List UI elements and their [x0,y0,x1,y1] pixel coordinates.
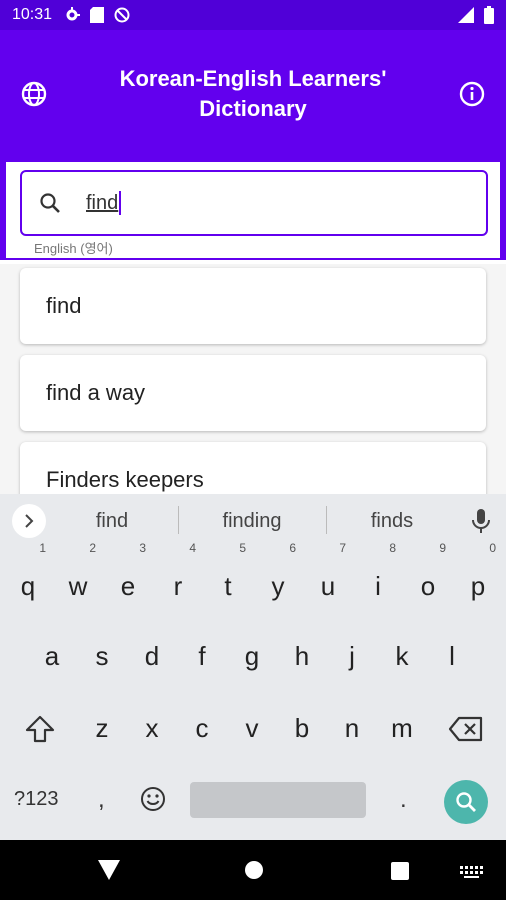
key-l[interactable]: l [430,626,474,686]
key-label: q [20,571,36,601]
home-icon[interactable] [244,860,264,880]
results-list: find find a way Finders keepers [0,264,506,494]
list-item[interactable]: Finders keepers [20,442,486,494]
microphone-icon[interactable] [470,508,492,534]
sd-card-icon [90,7,105,23]
suggestion-2[interactable]: finding [192,510,312,533]
text-cursor [119,191,122,215]
key-hint: 9 [439,541,446,555]
key-z[interactable]: z [80,698,124,758]
space-bar[interactable] [190,782,366,818]
divider [326,506,327,534]
key-label: e [120,571,136,601]
key-j[interactable]: j [330,626,374,686]
list-item-label: find a way [46,380,146,405]
key-x[interactable]: x [130,698,174,758]
key-hint: 1 [39,541,46,555]
search-value[interactable]: find [86,192,118,215]
search-input[interactable]: find [20,170,488,236]
key-h[interactable]: h [280,626,324,686]
key-q[interactable]: 1q [6,542,50,616]
key-label: i [375,571,381,601]
key-t[interactable]: 5t [206,542,250,616]
suggestion-1[interactable]: find [52,510,172,533]
period-key[interactable]: . [400,786,407,814]
key-hint: 2 [89,541,96,555]
app-bar: Korean-English Learners' Dictionary [0,30,506,160]
key-hint: 5 [239,541,246,555]
divider [178,506,179,534]
key-o[interactable]: 9o [406,542,450,616]
shift-icon[interactable] [24,714,56,744]
keyboard-switch-icon[interactable] [460,866,484,878]
key-i[interactable]: 8i [356,542,400,616]
key-m[interactable]: m [380,698,424,758]
key-f[interactable]: f [180,626,224,686]
key-hint: 6 [289,541,296,555]
key-hint: 7 [339,541,346,555]
search-container: find English (영어) [6,162,500,258]
globe-icon[interactable] [20,80,48,108]
key-r[interactable]: 4r [156,542,200,616]
key-hint: 4 [189,541,196,555]
key-v[interactable]: v [230,698,274,758]
search-panel: find English (영어) [0,160,506,260]
key-label: w [68,571,88,601]
emoji-icon[interactable] [140,786,166,812]
search-icon [40,193,60,213]
key-k[interactable]: k [380,626,424,686]
keyboard: find finding finds 1q 2w 3e 4r 5t 6y 7u … [0,494,506,840]
key-s[interactable]: s [80,626,124,686]
search-icon [456,792,476,812]
list-item-label: Finders keepers [46,467,204,492]
battery-icon [484,6,494,24]
key-d[interactable]: d [130,626,174,686]
app-title: Korean-English Learners' Dictionary [119,66,387,121]
backspace-icon[interactable] [448,716,484,742]
key-label: t [224,571,232,601]
language-hint: English (영어) [34,241,113,256]
navigation-bar [0,840,506,900]
key-hint: 0 [489,541,496,555]
key-hint: 8 [389,541,396,555]
comma-key[interactable]: , [98,786,105,814]
keyboard-search-button[interactable] [444,780,488,824]
key-g[interactable]: g [230,626,274,686]
key-label: r [173,571,183,601]
key-hint: 3 [139,541,146,555]
key-b[interactable]: b [280,698,324,758]
key-label: y [271,571,285,601]
key-c[interactable]: c [180,698,224,758]
key-w[interactable]: 2w [56,542,100,616]
do-not-disturb-icon [114,7,130,23]
info-icon[interactable] [458,80,486,108]
key-label: o [420,571,436,601]
key-a[interactable]: a [30,626,74,686]
key-n[interactable]: n [330,698,374,758]
key-y[interactable]: 6y [256,542,300,616]
list-item[interactable]: find a way [20,355,486,431]
key-label: u [320,571,336,601]
signal-icon [458,7,474,23]
chevron-right-icon [25,514,34,528]
key-e[interactable]: 3e [106,542,150,616]
suggestion-3[interactable]: finds [332,510,452,533]
key-label: p [470,571,486,601]
recents-icon[interactable] [390,861,410,881]
status-time: 10:31 [12,6,53,23]
expand-suggestions-button[interactable] [12,504,46,538]
gear-icon [66,7,81,21]
back-icon[interactable] [98,860,120,880]
status-bar: 10:31 [0,0,506,30]
key-u[interactable]: 7u [306,542,350,616]
key-p[interactable]: 0p [456,542,500,616]
suggestion-strip: find finding finds [0,494,506,548]
list-item[interactable]: find [20,268,486,344]
symbols-key[interactable]: ?123 [14,788,59,811]
list-item-label: find [46,293,82,318]
